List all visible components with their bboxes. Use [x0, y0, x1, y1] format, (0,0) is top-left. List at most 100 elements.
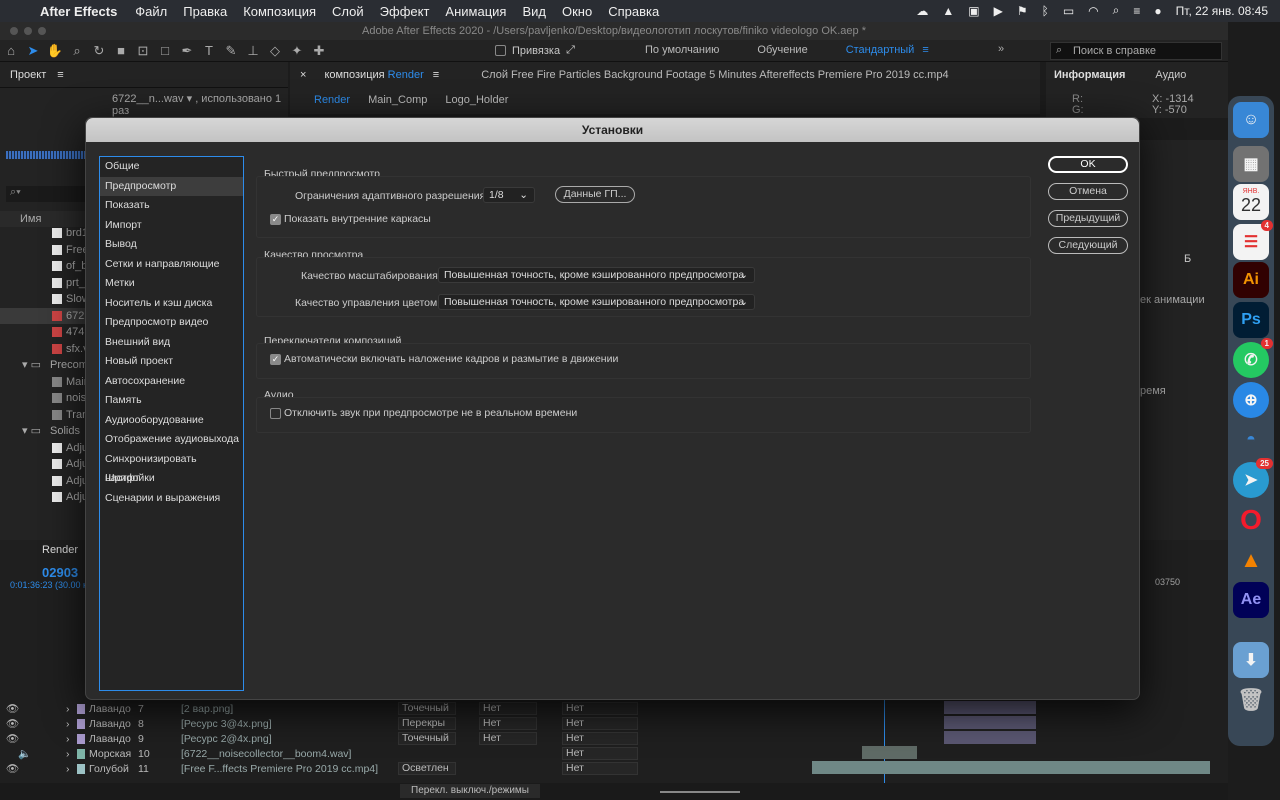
- telegram-icon[interactable]: ➤ 25: [1233, 458, 1273, 498]
- snap-toggle[interactable]: Привязка ⤢: [495, 44, 575, 57]
- app-menu[interactable]: After Effects: [40, 4, 117, 19]
- list-item[interactable]: nois: [0, 390, 90, 407]
- list-item[interactable]: Adju: [0, 440, 90, 457]
- category-general[interactable]: Общие: [100, 157, 243, 177]
- category-new-project[interactable]: Новый проект: [100, 352, 243, 372]
- table-row[interactable]: 👁 › Лавандо 7 [2 вар.png] Точечный Нет Нет: [0, 701, 660, 716]
- vlc-app-icon[interactable]: ▲: [1233, 542, 1269, 578]
- menu-composition[interactable]: Композиция: [243, 4, 316, 19]
- finder-icon[interactable]: ☺: [1233, 102, 1269, 138]
- project-search-input[interactable]: ⌕▾: [6, 186, 86, 202]
- table-row[interactable]: 🔈 › Морская 10 [6722__noisecollector__boom…: [0, 746, 660, 761]
- menu-edit[interactable]: Правка: [183, 4, 227, 19]
- whatsapp-icon[interactable]: ✆ 1: [1233, 338, 1273, 378]
- launchpad-icon[interactable]: ▦: [1233, 146, 1269, 182]
- category-memory[interactable]: Память: [100, 391, 243, 411]
- clock[interactable]: Пт, 22 янв. 08:45: [1176, 4, 1268, 18]
- type-tool-icon[interactable]: T: [198, 43, 220, 58]
- table-row[interactable]: 👁 › Лавандо 9 [Ресурс 2@4x.png] Точечный Н…: [0, 731, 660, 746]
- category-audio-hardware[interactable]: Аудиооборудование: [100, 411, 243, 431]
- adaptive-resolution-select[interactable]: 1/8 ⌄: [483, 187, 535, 203]
- home-icon[interactable]: ⌂: [0, 43, 22, 58]
- layer-bar[interactable]: [944, 716, 1036, 729]
- breadcrumb-main-comp[interactable]: Main_Comp: [368, 94, 427, 106]
- siri-icon[interactable]: ●: [1154, 4, 1161, 18]
- opera-icon[interactable]: O: [1233, 502, 1269, 538]
- menu-view[interactable]: Вид: [522, 4, 546, 19]
- folder-item[interactable]: ▾ ▭ Solids: [0, 423, 90, 440]
- workspace-menu-icon[interactable]: ≡: [922, 44, 928, 56]
- trash-icon[interactable]: 🗑: [1233, 682, 1269, 718]
- illustrator-icon[interactable]: Ai: [1233, 262, 1269, 298]
- vlc-icon[interactable]: ▲: [942, 4, 954, 18]
- tab-b[interactable]: Б: [1184, 253, 1191, 265]
- menu-file[interactable]: Файл: [135, 4, 167, 19]
- camera-tool-icon[interactable]: ■: [110, 43, 132, 58]
- list-item[interactable]: Adju: [0, 456, 90, 473]
- list-item[interactable]: prt_: [0, 275, 90, 292]
- category-previews[interactable]: Предпросмотр: [100, 176, 243, 196]
- pen-tool-icon[interactable]: ✒: [176, 43, 198, 59]
- calendar-icon[interactable]: ЯНВ. 22: [1233, 184, 1269, 220]
- puppet-tool-icon[interactable]: ✚: [308, 43, 330, 59]
- list-item[interactable]: Main: [0, 374, 90, 391]
- category-video-preview[interactable]: Предпросмотр видео: [100, 313, 243, 333]
- workspace-learn[interactable]: Обучение: [757, 44, 807, 56]
- list-item[interactable]: sfx.v: [0, 341, 90, 358]
- list-item[interactable]: Adju: [0, 473, 90, 490]
- snap-checkbox[interactable]: [495, 45, 506, 56]
- show-wireframes-checkbox[interactable]: ✓: [270, 214, 281, 225]
- color-management-select[interactable]: Повышенная точность, кроме кэшированного…: [438, 294, 755, 310]
- category-scripting[interactable]: Сценарии и выражения: [100, 489, 243, 509]
- after-effects-icon[interactable]: Ae: [1233, 582, 1269, 618]
- zoom-tool-icon[interactable]: ⌕: [66, 43, 88, 59]
- category-import[interactable]: Импорт: [100, 216, 243, 236]
- layer-bar[interactable]: [944, 701, 1036, 714]
- control-center-icon[interactable]: ≡: [1133, 4, 1140, 18]
- previous-button[interactable]: Предыдущий: [1048, 210, 1128, 227]
- photoshop-icon[interactable]: Ps: [1233, 302, 1269, 338]
- reminders-icon[interactable]: ☰ 4: [1233, 220, 1273, 260]
- search-icon[interactable]: ⌕: [1113, 3, 1120, 18]
- help-search-input[interactable]: Поиск в справке: [1050, 42, 1222, 60]
- next-button[interactable]: Следующий: [1048, 237, 1128, 254]
- battery-icon[interactable]: ▭: [1063, 4, 1074, 18]
- comp-tab[interactable]: композиция Render ≡: [324, 69, 439, 81]
- screen-share-icon[interactable]: ▣: [968, 4, 979, 18]
- layer-bar[interactable]: [862, 746, 917, 759]
- category-appearance[interactable]: Внешний вид: [100, 333, 243, 353]
- list-item[interactable]: Slow: [0, 291, 90, 308]
- workspace-overflow-icon[interactable]: »: [998, 43, 1004, 55]
- list-item[interactable]: 4749: [0, 324, 90, 341]
- menu-animation[interactable]: Анимация: [445, 4, 506, 19]
- menu-layer[interactable]: Слой: [332, 4, 364, 19]
- cancel-button[interactable]: Отмена: [1048, 183, 1128, 200]
- rotate-tool-icon[interactable]: ↻: [88, 43, 110, 59]
- ok-button[interactable]: OK: [1048, 156, 1128, 173]
- panel-menu-icon[interactable]: ≡: [57, 69, 63, 81]
- list-item[interactable]: Adju: [0, 489, 90, 506]
- zoom-window-button[interactable]: [38, 27, 46, 35]
- selection-tool-icon[interactable]: ➤: [22, 43, 44, 59]
- roto-tool-icon[interactable]: ✦: [286, 43, 308, 59]
- timeline-tab[interactable]: Render: [42, 544, 78, 556]
- layer-bar[interactable]: [944, 731, 1036, 744]
- category-display[interactable]: Показать: [100, 196, 243, 216]
- category-sync-settings[interactable]: Синхронизировать настройки: [100, 450, 243, 484]
- breadcrumb-logo-holder[interactable]: Logo_Holder: [445, 94, 508, 106]
- category-auto-save[interactable]: Автосохранение: [100, 372, 243, 392]
- flag-icon[interactable]: ⚑: [1017, 4, 1028, 18]
- list-item[interactable]: Free: [0, 242, 90, 259]
- layer-tab[interactable]: Слой Free Fire Particles Background Foot…: [481, 69, 948, 81]
- list-item[interactable]: Tran: [0, 407, 90, 424]
- workspace-standard[interactable]: Стандартный: [846, 44, 915, 56]
- project-panel-title[interactable]: Проект: [10, 69, 46, 81]
- gpu-info-button[interactable]: Данные ГП...: [555, 186, 635, 203]
- minimize-window-button[interactable]: [24, 27, 32, 35]
- play-icon[interactable]: ▶: [994, 4, 1003, 18]
- category-media-cache[interactable]: Носитель и кэш диска: [100, 294, 243, 314]
- auto-motion-blur-checkbox[interactable]: ✓: [270, 354, 281, 365]
- menu-window[interactable]: Окно: [562, 4, 592, 19]
- clone-tool-icon[interactable]: ⊥: [242, 43, 264, 59]
- zoom-slider[interactable]: [660, 791, 740, 793]
